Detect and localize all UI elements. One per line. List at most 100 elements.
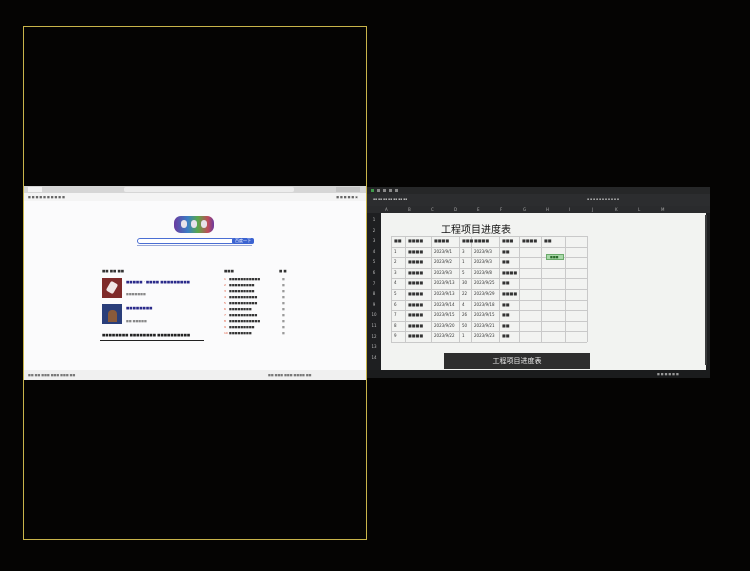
column-header[interactable]: B [408, 207, 411, 212]
worksheet[interactable]: 工程项目进度表 ■■ ■■■■ ■■■■ ■■■ ■■■■ ■■■ ■■■■ ■■ 1 ■■■■ 2… [381, 213, 706, 370]
table-cell[interactable]: 2023/9/20 [434, 323, 455, 328]
table-cell[interactable]: 2023/9/13 [434, 280, 455, 285]
table-header-cell[interactable]: ■■■■ [522, 238, 537, 243]
toolbar-icon[interactable] [377, 189, 380, 192]
table-cell[interactable]: ■■■■ [408, 259, 423, 264]
news-title[interactable]: ■■■■■ · ■■■■ ■■■■■■■■■ [126, 280, 190, 284]
toolbar-icon[interactable] [395, 189, 398, 192]
news-title[interactable]: ■■■■■■■■ [126, 306, 152, 310]
hot-list-item[interactable]: 9 ■■■■■■■■■ ■ [224, 325, 294, 330]
status-bar-controls[interactable]: ■ ■ ■ ■ ■ ■ [657, 372, 679, 376]
ribbon-tab[interactable]: ▪▪ ▪▪ ▪▪ ▪▪ ▪▪ ▪▪ ▪▪ [373, 197, 407, 201]
table-cell[interactable]: ■■■■ [502, 270, 517, 275]
column-header[interactable]: I [569, 207, 570, 212]
news-thumbnail[interactable] [102, 278, 122, 298]
row-number[interactable]: 1 [367, 217, 381, 222]
hot-list-item[interactable]: 3 ■■■■■■■■■ ■ [224, 289, 294, 294]
table-cell[interactable]: 8 [394, 323, 397, 328]
table-cell[interactable]: 1 [462, 259, 465, 264]
table-cell[interactable]: 2023/9/21 [474, 323, 495, 328]
table-cell[interactable]: 2023/9/3 [434, 270, 452, 275]
table-cell[interactable]: 2023/9/3 [474, 259, 492, 264]
news-link-row[interactable]: ■■■■■■■■ ■■■■■■■■ ■■■■■■■■■■ [102, 333, 190, 337]
row-number[interactable]: 4 [367, 249, 381, 254]
row-number[interactable]: 6 [367, 270, 381, 275]
window-controls[interactable] [336, 187, 360, 192]
status-badge[interactable]: ■■■ [546, 254, 564, 260]
table-header-cell[interactable]: ■■■ [462, 238, 473, 243]
table-cell[interactable]: 2023/9/8 [474, 270, 492, 275]
table-cell[interactable]: 7 [394, 312, 397, 317]
column-header[interactable]: F [500, 207, 502, 212]
news-tabs[interactable]: ■■ ■■ ■■ [102, 269, 124, 274]
footer-links[interactable]: ■■ ■■ ■■■ ■■■ ■■■ ■■ [28, 373, 75, 377]
ribbon-tools[interactable]: ▪ ▪ ▪ ▪ ▪ ▪ ▪ ▪ ▪ ▪ ▪ [587, 197, 619, 201]
table-cell[interactable]: 2023/9/15 [474, 312, 495, 317]
table-cell[interactable]: 2023/9/18 [474, 302, 495, 307]
table-cell[interactable]: ■■■■ [408, 291, 423, 296]
table-cell[interactable]: ■■■■ [408, 249, 423, 254]
table-cell[interactable]: 9 [394, 333, 397, 338]
refresh-link[interactable]: ■ ■ [279, 269, 287, 274]
news-thumbnail[interactable] [102, 304, 122, 324]
hot-list-item[interactable]: 10 ■■■■■■■■ ■ [224, 331, 294, 336]
table-cell[interactable]: 2023/9/13 [434, 291, 455, 296]
table-cell[interactable]: ■■ [502, 249, 510, 254]
row-number[interactable]: 14 [367, 355, 381, 360]
hot-list-item[interactable]: 4 ■■■■■■■■■■ ■ [224, 295, 294, 300]
column-header[interactable]: C [431, 207, 434, 212]
table-cell[interactable]: 2023/9/15 [434, 312, 455, 317]
hot-list-item[interactable]: 6 ■■■■■■■■ ■ [224, 307, 294, 312]
column-header[interactable]: M [661, 207, 664, 212]
row-number[interactable]: 2 [367, 228, 381, 233]
vertical-scrollbar[interactable] [705, 215, 707, 365]
table-header-cell[interactable]: ■■■■ [434, 238, 449, 243]
column-header[interactable]: J [592, 207, 593, 212]
table-cell[interactable]: 4 [462, 302, 465, 307]
table-cell[interactable]: 1 [462, 333, 465, 338]
hot-list-item[interactable]: 8 ■■■■■■■■■■■ ■ [224, 319, 294, 324]
row-number[interactable]: 10 [367, 312, 381, 317]
row-number[interactable]: 8 [367, 291, 381, 296]
table-cell[interactable]: ■■■■ [408, 280, 423, 285]
row-number[interactable]: 3 [367, 238, 381, 243]
table-cell[interactable]: 6 [394, 302, 397, 307]
table-cell[interactable]: 30 [462, 280, 467, 285]
column-header[interactable]: A [385, 207, 388, 212]
table-cell[interactable]: ■■■■ [408, 312, 423, 317]
table-cell[interactable]: 2023/9/1 [434, 249, 452, 254]
table-cell[interactable]: 2023/9/2 [434, 259, 452, 264]
nav-links[interactable]: ■ ■ ■ ■ ■ ■ ■ ■ ■ ■ [28, 195, 65, 199]
hot-list-item[interactable]: 2 ■■■■■■■■■ ■ [224, 283, 294, 288]
row-number[interactable]: 7 [367, 281, 381, 286]
table-cell[interactable]: 3 [394, 270, 397, 275]
table-cell[interactable]: ■■ [502, 333, 510, 338]
table-cell[interactable]: 4 [394, 280, 397, 285]
table-cell[interactable]: 5 [394, 291, 397, 296]
nav-right-links[interactable]: ■ ■ ■ ■ ■ ▣ [336, 195, 358, 199]
column-header[interactable]: G [523, 207, 526, 212]
table-cell[interactable]: 2023/9/22 [434, 333, 455, 338]
address-bar[interactable] [124, 187, 294, 192]
row-number[interactable]: 13 [367, 344, 381, 349]
hot-list-item[interactable]: 1 ■■■■■■■■■■■ ■ [224, 277, 294, 282]
table-cell[interactable]: ■■ [502, 280, 510, 285]
table-cell[interactable]: 1 [394, 249, 397, 254]
column-header[interactable]: D [454, 207, 457, 212]
column-header[interactable]: K [615, 207, 618, 212]
table-cell[interactable]: 3 [462, 249, 465, 254]
table-header-cell[interactable]: ■■■■ [408, 238, 423, 243]
table-cell[interactable]: ■■ [502, 312, 510, 317]
table-cell[interactable]: ■■ [502, 302, 510, 307]
column-header[interactable]: L [638, 207, 640, 212]
table-cell[interactable]: 2023/9/25 [474, 280, 495, 285]
table-cell[interactable]: ■■ [502, 323, 510, 328]
table-cell[interactable]: ■■■■ [408, 270, 423, 275]
table-cell[interactable]: 2023/9/23 [474, 333, 495, 338]
table-header-cell[interactable]: ■■ [544, 238, 552, 243]
table-cell[interactable]: 22 [462, 291, 467, 296]
table-cell[interactable]: 2023/9/3 [474, 249, 492, 254]
table-cell[interactable]: 26 [462, 312, 467, 317]
row-number[interactable]: 5 [367, 259, 381, 264]
browser-tab[interactable] [28, 187, 42, 192]
